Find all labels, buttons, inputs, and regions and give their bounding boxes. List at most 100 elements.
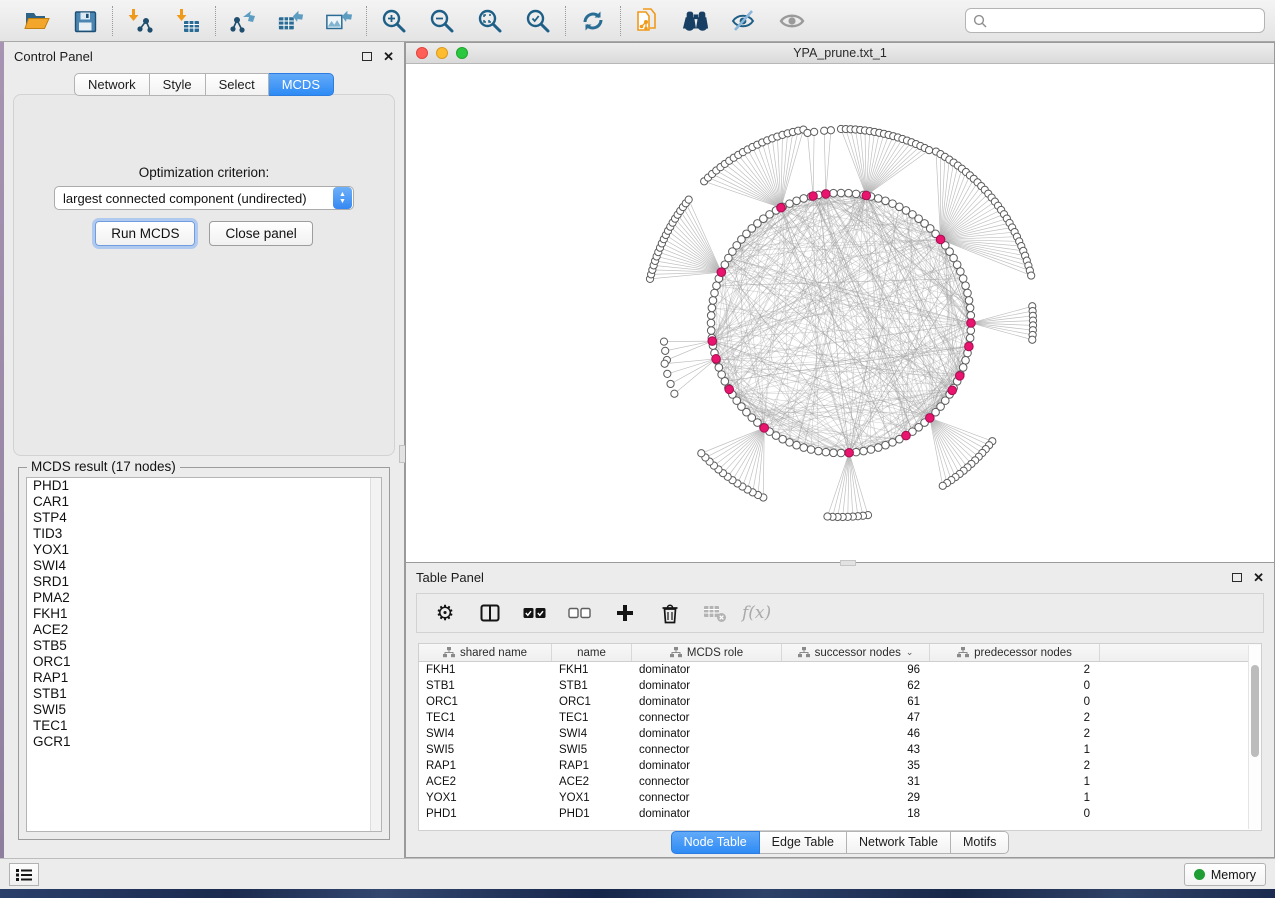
close-panel-icon[interactable]: ✕ — [1253, 571, 1264, 584]
table-row[interactable]: ACE2ACE2connector311 — [419, 774, 1261, 790]
select-all-button[interactable] — [523, 601, 547, 625]
table-header-row: shared namenameMCDS rolesuccessor nodes⌄… — [419, 644, 1261, 662]
memory-button[interactable]: Memory — [1184, 863, 1266, 886]
optimization-criterion-label: Optimization criterion: — [14, 165, 394, 180]
tab-mcds[interactable]: MCDS — [269, 73, 334, 96]
mcds-result-item[interactable]: ACE2 — [27, 622, 381, 638]
tab-node-table[interactable]: Node Table — [671, 831, 760, 854]
export-network-button[interactable] — [229, 7, 257, 35]
column-header-shared-name[interactable]: shared name — [419, 644, 552, 661]
search-network-button[interactable] — [682, 7, 710, 35]
close-panel-icon[interactable]: ✕ — [383, 50, 394, 63]
share-document-button[interactable] — [634, 7, 662, 35]
show-all-button[interactable] — [778, 7, 806, 35]
search-input[interactable] — [992, 14, 1257, 28]
table-row[interactable]: FKH1FKH1dominator962 — [419, 662, 1261, 678]
float-panel-icon[interactable] — [362, 52, 372, 61]
table-row[interactable]: TEC1TEC1connector472 — [419, 710, 1261, 726]
mcds-result-item[interactable]: GCR1 — [27, 734, 381, 750]
column-header-successor-nodes[interactable]: successor nodes⌄ — [782, 644, 930, 661]
apply-layout-button[interactable] — [579, 7, 607, 35]
network-window: YPA_prune.txt_1 — [405, 42, 1275, 563]
mcds-result-item[interactable]: FKH1 — [27, 606, 381, 622]
table-settings-button[interactable]: ⚙ — [433, 601, 457, 625]
table-row[interactable]: YOX1YOX1connector291 — [419, 790, 1261, 806]
table-cell: PHD1 — [552, 806, 632, 822]
tab-style[interactable]: Style — [150, 73, 206, 96]
tab-select[interactable]: Select — [206, 73, 269, 96]
table-scrollbar[interactable] — [1248, 645, 1261, 829]
zoom-in-button[interactable] — [380, 7, 408, 35]
search-box — [965, 8, 1265, 33]
checked-boxes-icon — [523, 607, 547, 619]
table-scrollbar-thumb[interactable] — [1251, 665, 1259, 757]
table-row[interactable]: RAP1RAP1dominator352 — [419, 758, 1261, 774]
mcds-result-item[interactable]: STB1 — [27, 686, 381, 702]
column-header-predecessor-nodes[interactable]: predecessor nodes — [930, 644, 1100, 661]
window-zoom-icon[interactable] — [456, 47, 468, 59]
open-file-button[interactable] — [23, 7, 51, 35]
table-cell: 2 — [930, 758, 1100, 774]
table-cell: 2 — [930, 710, 1100, 726]
table-cell: STB1 — [419, 678, 552, 694]
table-row[interactable]: STB1STB1dominator620 — [419, 678, 1261, 694]
mcds-result-item[interactable]: TEC1 — [27, 718, 381, 734]
mcds-result-item[interactable]: STP4 — [27, 510, 381, 526]
tab-motifs[interactable]: Motifs — [951, 831, 1009, 854]
criterion-select[interactable]: largest connected component (undirected)… — [54, 186, 354, 210]
list-scrollbar[interactable] — [370, 478, 381, 831]
float-panel-icon[interactable] — [1232, 573, 1242, 582]
deselect-all-button[interactable] — [568, 601, 592, 625]
table-row[interactable]: ORC1ORC1dominator610 — [419, 694, 1261, 710]
mcds-result-item[interactable]: CAR1 — [27, 494, 381, 510]
column-header-MCDS-role[interactable]: MCDS role — [632, 644, 782, 661]
mcds-result-list[interactable]: PHD1CAR1STP4TID3YOX1SWI4SRD1PMA2FKH1ACE2… — [26, 477, 382, 832]
mcds-result-item[interactable]: RAP1 — [27, 670, 381, 686]
delete-column-button[interactable] — [658, 601, 682, 625]
table-cell: 1 — [930, 774, 1100, 790]
show-columns-button[interactable] — [478, 601, 502, 625]
tab-network[interactable]: Network — [74, 73, 150, 96]
mcds-result-item[interactable]: SWI4 — [27, 558, 381, 574]
select-stepper-icon: ▲▼ — [333, 187, 352, 209]
mcds-result-item[interactable]: STB5 — [27, 638, 381, 654]
mcds-result-item[interactable]: PMA2 — [27, 590, 381, 606]
table-cell: ACE2 — [419, 774, 552, 790]
table-cell: STB1 — [552, 678, 632, 694]
mcds-result-item[interactable]: TID3 — [27, 526, 381, 542]
column-header-name[interactable]: name — [552, 644, 632, 661]
mcds-result-item[interactable]: YOX1 — [27, 542, 381, 558]
export-table-button[interactable] — [277, 7, 305, 35]
mcds-result-item[interactable]: SWI5 — [27, 702, 381, 718]
mcds-result-item[interactable]: PHD1 — [27, 478, 381, 494]
table-row[interactable]: SWI5SWI5connector431 — [419, 742, 1261, 758]
mcds-result-item[interactable]: ORC1 — [27, 654, 381, 670]
table-row[interactable]: PHD1PHD1dominator180 — [419, 806, 1261, 822]
control-panel-tabs: NetworkStyleSelectMCDS — [4, 73, 404, 96]
table-cell: 46 — [782, 726, 930, 742]
window-close-icon[interactable] — [416, 47, 428, 59]
save-session-button[interactable] — [71, 7, 99, 35]
window-minimize-icon[interactable] — [436, 47, 448, 59]
run-mcds-button[interactable]: Run MCDS — [95, 221, 195, 246]
zoom-fit-button[interactable] — [476, 7, 504, 35]
export-image-button[interactable] — [325, 7, 353, 35]
tab-edge-table[interactable]: Edge Table — [760, 831, 847, 854]
close-panel-button[interactable]: Close panel — [209, 221, 312, 246]
table-panel: Table Panel ✕ ⚙ — [405, 563, 1275, 858]
tab-network-table[interactable]: Network Table — [847, 831, 951, 854]
hide-selected-button[interactable] — [730, 7, 758, 35]
table-row[interactable]: SWI4SWI4dominator462 — [419, 726, 1261, 742]
add-column-button[interactable] — [613, 601, 637, 625]
network-graph[interactable] — [406, 64, 1275, 564]
import-table-button[interactable] — [174, 7, 202, 35]
zoom-selected-button[interactable] — [524, 7, 552, 35]
network-canvas[interactable] — [406, 64, 1274, 562]
zoom-selected-icon — [525, 8, 551, 34]
task-history-button[interactable] — [9, 863, 39, 886]
mcds-result-item[interactable]: SRD1 — [27, 574, 381, 590]
network-window-titlebar[interactable]: YPA_prune.txt_1 — [406, 43, 1274, 64]
table-splitter-handle[interactable] — [840, 560, 856, 566]
import-network-button[interactable] — [126, 7, 154, 35]
zoom-out-button[interactable] — [428, 7, 456, 35]
